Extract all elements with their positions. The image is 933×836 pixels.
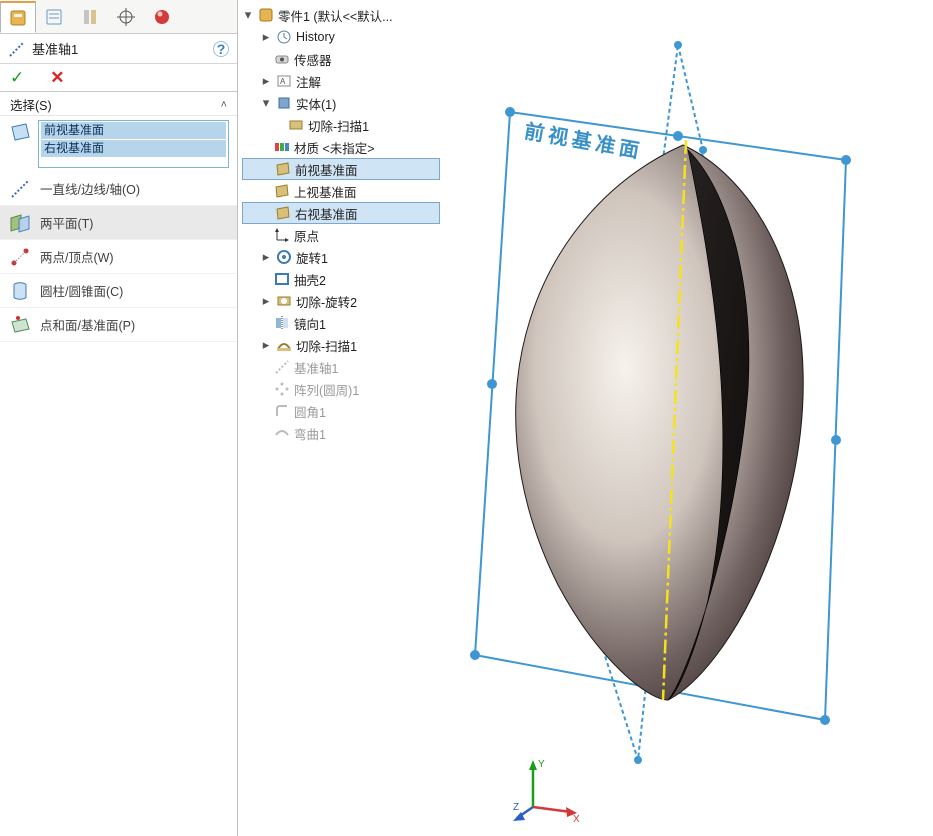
option-point-plane-label: 点和面/基准面(P) <box>40 315 135 334</box>
triad-y-label: Y <box>538 759 545 770</box>
selection-item-0[interactable]: 前视基准面 <box>41 122 226 139</box>
tab-appearance[interactable] <box>144 1 180 33</box>
panel-tabs <box>0 0 237 34</box>
view-triad[interactable]: Y X Z <box>513 752 583 822</box>
option-two-planes[interactable]: 两平面(T) <box>0 206 237 240</box>
option-two-points[interactable]: 两点/顶点(W) <box>0 240 237 274</box>
selection-list[interactable]: 前视基准面 右视基准面 <box>38 120 229 168</box>
ok-button[interactable]: ✓ <box>10 68 24 88</box>
help-icon[interactable]: ? <box>213 41 229 57</box>
chevron-up-icon: ˄ <box>221 99 227 111</box>
line-edge-icon <box>8 177 32 201</box>
tab-feature-tree[interactable] <box>0 1 36 33</box>
option-two-planes-label: 两平面(T) <box>40 213 93 232</box>
option-two-points-label: 两点/顶点(W) <box>40 247 114 266</box>
config-icon <box>81 8 99 26</box>
ok-cancel-row: ✓ ✕ <box>0 64 237 92</box>
plane-entity-icon <box>8 120 32 144</box>
selection-item-1[interactable]: 右视基准面 <box>41 140 226 157</box>
target-icon <box>117 8 135 26</box>
graphics-viewport[interactable]: ▾ 零件1 (默认<<默认... ▸ History 传感器 ▸ <box>238 0 933 836</box>
selections-heading[interactable]: 选择(S) ˄ <box>0 92 237 116</box>
tab-config[interactable] <box>72 1 108 33</box>
two-planes-icon <box>8 211 32 235</box>
feature-name-row: 基准轴1 ? <box>0 34 237 64</box>
model-body[interactable] <box>516 145 804 700</box>
axis-icon <box>8 40 26 58</box>
selections-label: 选择(S) <box>10 95 52 114</box>
two-points-icon <box>8 245 32 269</box>
selection-box-row: 前视基准面 右视基准面 <box>0 116 237 172</box>
selections-section: 选择(S) ˄ 前视基准面 右视基准面 一直线/边线/轴(O) <box>0 92 237 342</box>
feature-tree-icon <box>9 9 27 27</box>
property-icon <box>45 8 63 26</box>
option-cyl-cone-label: 圆柱/圆锥面(C) <box>40 281 123 300</box>
tab-property[interactable] <box>36 1 72 33</box>
cancel-button[interactable]: ✕ <box>50 68 64 88</box>
property-manager-panel: 基准轴1 ? ✓ ✕ 选择(S) ˄ 前视基准面 右视基准面 <box>0 0 238 836</box>
option-cyl-cone[interactable]: 圆柱/圆锥面(C) <box>0 274 237 308</box>
tab-dimxpert[interactable] <box>108 1 144 33</box>
orb-icon <box>153 8 171 26</box>
feature-title: 基准轴1 <box>32 39 213 58</box>
option-line-edge[interactable]: 一直线/边线/轴(O) <box>0 172 237 206</box>
point-plane-icon <box>8 313 32 337</box>
option-point-plane[interactable]: 点和面/基准面(P) <box>0 308 237 342</box>
triad-x-label: X <box>573 814 580 822</box>
triad-z-label: Z <box>513 802 519 813</box>
option-line-edge-label: 一直线/边线/轴(O) <box>40 179 140 198</box>
cylinder-icon <box>8 279 32 303</box>
